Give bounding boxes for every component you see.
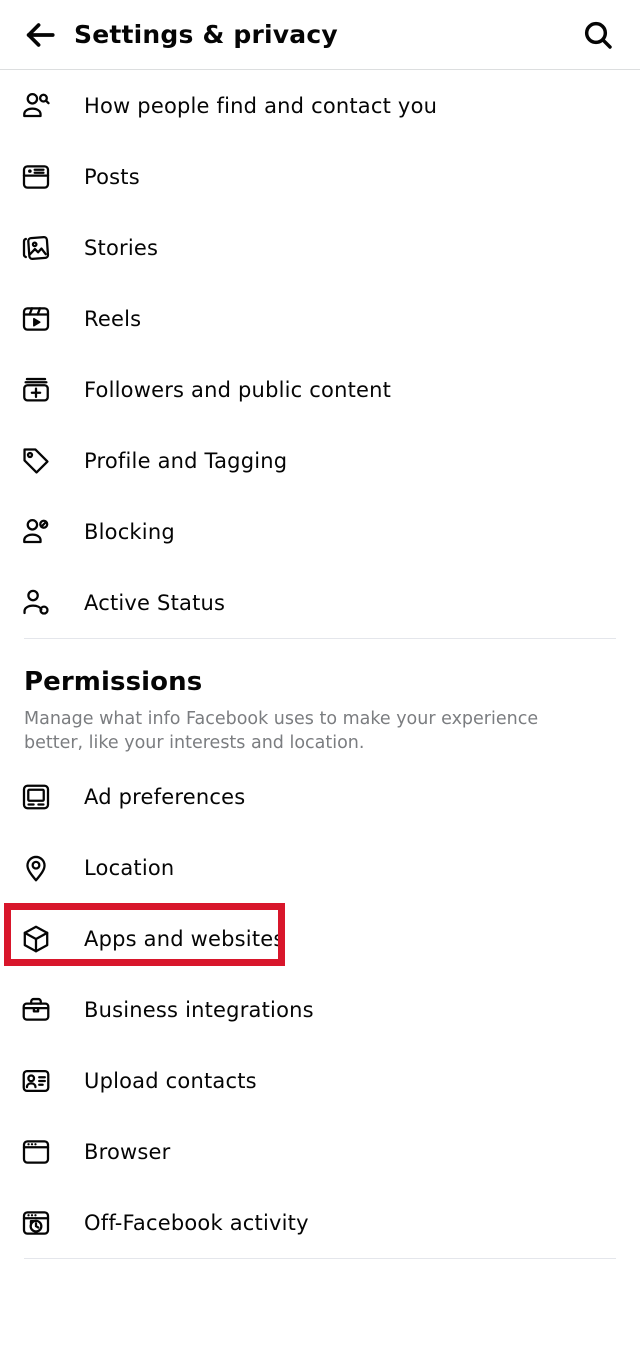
list-item-label: Stories	[84, 235, 159, 260]
section-description: Manage what info Facebook uses to make y…	[24, 709, 539, 754]
person-search-icon	[18, 88, 54, 124]
list-item-business-integrations[interactable]: Business integrations	[0, 974, 640, 1045]
browser-clock-icon	[18, 1205, 54, 1241]
bottom-divider	[24, 1258, 616, 1260]
list-item-blocking[interactable]: Blocking	[0, 496, 640, 567]
search-button[interactable]	[576, 13, 620, 57]
list-item-apps-and-websites[interactable]: Apps and websites	[0, 903, 640, 974]
cube-icon	[18, 921, 54, 957]
list-item-followers-public-content[interactable]: Followers and public content	[0, 354, 640, 425]
list-item-off-facebook-activity[interactable]: Off-Facebook activity	[0, 1187, 640, 1258]
list-item-label: Browser	[84, 1139, 171, 1164]
list-item-label: Profile and Tagging	[84, 448, 288, 473]
browser-window-icon	[18, 1134, 54, 1170]
arrow-left-icon	[23, 18, 57, 52]
stories-photos-icon	[18, 230, 54, 266]
list-item-upload-contacts[interactable]: Upload contacts	[0, 1045, 640, 1116]
list-item-profile-and-tagging[interactable]: Profile and Tagging	[0, 425, 640, 496]
person-active-icon	[18, 585, 54, 621]
list-item-browser[interactable]: Browser	[0, 1116, 640, 1187]
list-item-label: Active Status	[84, 590, 226, 615]
list-item-posts[interactable]: Posts	[0, 141, 640, 212]
followers-plus-icon	[18, 372, 54, 408]
list-item-label: Location	[84, 855, 175, 880]
page-title: Settings & privacy	[74, 20, 338, 49]
permissions-section-header: Permissions Manage what info Facebook us…	[0, 639, 640, 761]
app-header: Settings & privacy	[0, 0, 640, 70]
tag-icon	[18, 443, 54, 479]
post-card-icon	[18, 159, 54, 195]
list-item-label: How people find and contact you	[84, 93, 438, 118]
permissions-list: Ad preferences Location Apps and website…	[0, 761, 640, 1258]
list-item-ad-preferences[interactable]: Ad preferences	[0, 761, 640, 832]
list-item-label: Upload contacts	[84, 1068, 257, 1093]
back-button[interactable]	[18, 13, 62, 57]
location-pin-icon	[18, 850, 54, 886]
list-item-label: Apps and websites	[84, 926, 285, 951]
list-item-label: Blocking	[84, 519, 175, 544]
search-icon	[582, 19, 614, 51]
person-block-icon	[18, 514, 54, 550]
list-item-label: Ad preferences	[84, 784, 246, 809]
list-item-label: Off-Facebook activity	[84, 1210, 309, 1235]
list-item-label: Followers and public content	[84, 377, 392, 402]
reels-clapper-icon	[18, 301, 54, 337]
list-item-label: Posts	[84, 164, 140, 189]
list-item-reels[interactable]: Reels	[0, 283, 640, 354]
list-item-how-people-find[interactable]: How people find and contact you	[0, 70, 640, 141]
list-item-stories[interactable]: Stories	[0, 212, 640, 283]
contact-card-icon	[18, 1063, 54, 1099]
monitor-icon	[18, 779, 54, 815]
privacy-settings-list: How people find and contact you Posts St…	[0, 70, 640, 638]
list-item-location[interactable]: Location	[0, 832, 640, 903]
list-item-label: Business integrations	[84, 997, 314, 1022]
list-item-label: Reels	[84, 306, 142, 331]
briefcase-icon	[18, 992, 54, 1028]
list-item-active-status[interactable]: Active Status	[0, 567, 640, 638]
section-title: Permissions	[24, 667, 203, 697]
